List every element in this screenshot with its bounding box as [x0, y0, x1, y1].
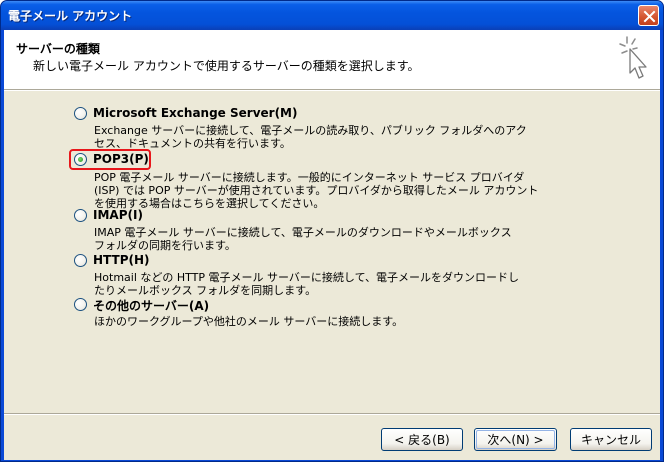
- setup-sparkle-cursor-icon: [619, 36, 647, 79]
- option-imap-desc-1: IMAP 電子メール サーバーに接続して、電子メールのダウンロードやメールボック…: [94, 226, 512, 239]
- option-other-desc-1: ほかのワークグループや他社のメール サーバーに接続します。: [94, 315, 404, 328]
- radio-pop3[interactable]: [74, 153, 87, 166]
- page-description: 新しい電子メール アカウントで使用するサーバーの種類を選択します。: [33, 59, 420, 73]
- option-exchange-label[interactable]: Microsoft Exchange Server(M): [93, 106, 297, 120]
- radio-imap[interactable]: [74, 209, 87, 222]
- close-icon: [643, 10, 656, 23]
- footer-divider: [4, 413, 660, 415]
- option-imap-label[interactable]: IMAP(I): [93, 208, 143, 222]
- header-divider: [4, 89, 660, 91]
- radio-other[interactable]: [74, 298, 87, 311]
- option-pop3-desc-1: POP 電子メール サーバーに接続します。一般的にインターネット サービス プロ…: [94, 171, 525, 184]
- option-http-label[interactable]: HTTP(H): [93, 253, 150, 267]
- back-button[interactable]: < 戻る(B): [381, 428, 463, 451]
- option-other-label[interactable]: その他のサーバー(A): [93, 297, 209, 314]
- dialog-body: サーバーの種類 新しい電子メール アカウントで使用するサーバーの種類を選択します…: [4, 30, 660, 460]
- option-http-desc-2: たりメールボックス フォルダを同期します。: [94, 284, 317, 297]
- dialog-window: 電子メール アカウント サーバーの種類 新しい電子メール アカウントで使用するサ…: [0, 0, 664, 462]
- next-button[interactable]: 次へ(N) >: [474, 428, 557, 451]
- option-pop3-desc-2: (ISP) では POP サーバーが使用されています。プロバイダから取得したメー…: [94, 184, 539, 197]
- option-http-desc-1: Hotmail などの HTTP 電子メール サーバーに接続して、電子メールをダ…: [94, 271, 520, 284]
- radio-exchange[interactable]: [74, 107, 87, 120]
- cancel-button[interactable]: キャンセル: [570, 428, 652, 451]
- option-exchange-desc-1: Exchange サーバーに接続して、電子メールの読み取り、パブリック フォルダ…: [94, 124, 527, 137]
- window-title: 電子メール アカウント: [8, 9, 133, 23]
- wizard-header: サーバーの種類 新しい電子メール アカウントで使用するサーバーの種類を選択します…: [4, 30, 660, 89]
- option-imap-desc-2: フォルダの同期を行います。: [94, 239, 236, 252]
- page-title: サーバーの種類: [16, 42, 100, 56]
- radio-http[interactable]: [74, 254, 87, 267]
- option-exchange-desc-2: セス、ドキュメントの共有を行います。: [94, 137, 291, 150]
- option-pop3-label[interactable]: POP3(P): [93, 152, 149, 166]
- close-button[interactable]: [638, 5, 659, 26]
- title-bar[interactable]: 電子メール アカウント: [1, 1, 663, 30]
